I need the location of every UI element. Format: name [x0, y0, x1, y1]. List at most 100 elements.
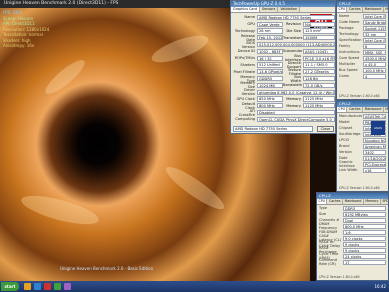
close-button[interactable]: Close [317, 126, 334, 132]
taskbar-app-icon[interactable] [44, 283, 51, 290]
cpuz-fields: Name Intel Core i5Code NameSandy Bridge Pa… [337, 13, 388, 79]
gpuz-row-value2: 123 mm² [303, 28, 335, 34]
gpuz-row-value: 13.6 GPixel/s [257, 69, 283, 75]
cpuz-row-value: 4500.0 MHz [363, 55, 386, 61]
cpuz-tab[interactable]: Memory [383, 107, 388, 112]
cpuz-tab[interactable]: CPU [317, 199, 328, 204]
taskbar-app-icon[interactable] [54, 283, 61, 290]
cpuz-tab[interactable]: Memory [383, 7, 388, 12]
cpuz-row-label: Bus Speed [339, 68, 358, 72]
benchmark-hud: FPS: 28.6 Scene: Heaven API: Direct3D11 … [3, 10, 49, 49]
cpuz-row-value: American Megatrends Inc. [363, 143, 386, 149]
cpuz-row-value: Sandy Bridge [363, 19, 386, 25]
tray-clock[interactable]: 16:42 [374, 281, 386, 292]
gpuz-row-value: 16 / 32 [257, 55, 283, 61]
tab-validation[interactable]: Validation [278, 7, 301, 12]
taskbar-app-icon[interactable] [34, 283, 41, 290]
cpuz-row-value: MMX, SSE, SSE2, SSE3 [363, 49, 386, 55]
cpuz-tab[interactable]: Mainboard [343, 199, 364, 204]
cpuz-version: CPU-Z Version 1.60.0.x64 [319, 275, 360, 279]
cpuz-row: Command Rate (CR) 1T [317, 258, 388, 266]
tab-sensors[interactable]: Sensors [259, 7, 279, 12]
gpuz-row: GPU Cape Verde Revision N/A [233, 21, 335, 28]
gpuz-row-value: Feb 15, 2012 [257, 35, 283, 41]
gpuz-row-value2: ASUS (1043) [303, 48, 335, 54]
cpuz-row: Cores 4 [337, 73, 388, 79]
cpuz-row-label: Core Speed [339, 56, 360, 60]
taskbar-app-icon[interactable] [64, 283, 71, 290]
gpuz-row-value2: 1500M [303, 35, 335, 41]
hud-line: Tessellation: normal [3, 32, 43, 37]
gpuz-row-value: 015.012.000.004.000000 (113-AD40000-X04) [257, 41, 335, 48]
cpuz-tab[interactable]: Caches [347, 7, 364, 12]
gpuz-row-value: Disabled [257, 109, 335, 116]
cpuz-row-label: Code Name [339, 20, 360, 24]
cpuz-tab[interactable]: Mainboard [363, 107, 384, 112]
gpuz-row: BIOS Version 015.012.000.004.000000 (113-… [233, 41, 335, 49]
cpuz-row-label: LPCIO [339, 138, 350, 142]
cpuz-tab[interactable]: Memory [363, 199, 381, 204]
gpuz-row-value2: N/A [303, 21, 335, 27]
card-select[interactable]: AMD Radeon HD 7750 Series [233, 126, 313, 132]
cpuz-version: CPU-Z Version 1.60.0.x64 [339, 186, 380, 190]
cpuz-row-value: Nuvoton NCT6776 [363, 137, 386, 143]
start-button[interactable]: start [1, 282, 19, 291]
gpuz-row-label: GPU [247, 22, 255, 27]
cpuz-row-label: Instructions [339, 50, 360, 54]
cpuz-row-value: 100.0 MHz [363, 67, 386, 73]
gpuz-tabbar: Graphics Card Sensors Validation [231, 7, 335, 13]
cpuz-row-value: Intel Core i5 [363, 13, 386, 19]
cpuz-row: Graphic Interface PCI-Express [337, 160, 388, 168]
cpuz-row-value: DDR3 [343, 205, 386, 211]
cpuz-row-value: ASUSTeK Computer INC. [363, 113, 386, 119]
cpuz-tab[interactable]: Caches [327, 199, 344, 204]
gpuz-row-label: Computing [235, 117, 255, 122]
cpuz-tab[interactable]: CPU [337, 107, 348, 112]
cpuz-tab[interactable]: Caches [347, 107, 364, 112]
gpuz-row-label: Technology [234, 28, 255, 33]
cpuz-tab[interactable]: CPU [337, 7, 348, 12]
gpuz-row-value2: 11.1 / SM5.0 [303, 62, 335, 68]
gpuz-row-label: Name [244, 15, 255, 20]
cpuz-row-value: 9 clocks [343, 247, 386, 253]
cpuz-row-label: Command Rate (CR) [319, 258, 337, 266]
cpuz-row-label: Name [339, 14, 350, 18]
gpuz-row-value: 1024 MB [257, 82, 283, 88]
cpuz-row-label: Multiplier [339, 62, 356, 66]
cpuz-row-value: x16 [363, 167, 386, 173]
gpuz-row-value2: 27.2 GTexel/s [303, 69, 335, 75]
gpuz-window: TechPowerUp GPU-Z 0.4.5 Graphics Card Se… [230, 0, 336, 134]
gpuz-row-label2: Bus Width [290, 74, 301, 83]
gpuz-row-label2: Subvendor [283, 49, 303, 54]
cpuz-row-label: Specification [339, 38, 362, 42]
gpuz-row-label: Device ID [237, 49, 255, 54]
cpuz-tab[interactable]: Mainboard [363, 7, 384, 12]
cpuz-row-value: 9.0 clocks [343, 235, 386, 241]
cpuz-memory-window: CPU-Z CPUCachesMainboardMemorySPDGraphic… [316, 192, 389, 281]
cpuz-row-label: Technology [339, 32, 359, 36]
cpuz-row-value: x 45.0 [363, 61, 386, 67]
cpuz-row-value: Dual [343, 217, 386, 223]
taskbar-app-icon[interactable] [24, 283, 31, 290]
cpuz-row-label: Graphic Interface [339, 160, 355, 168]
benchmark-caption: Unigine Heaven Benchmark 2.0 - Basic Edi… [60, 266, 154, 271]
gpuz-row: Name AMD Radeon HD 7750 Series [233, 14, 335, 21]
gpuz-row-label2: Revision [285, 22, 301, 27]
gpuz-row: Driver Version atiumdag 8.982.0.0 (Cataly… [233, 88, 335, 97]
cpuz-tab[interactable]: SPD [380, 199, 388, 204]
cpuz-row-value: 24 clocks [343, 253, 386, 259]
cpuz-fields: Type DDR3 Size 8192 MBytes Channels # Dual DRA… [317, 205, 388, 266]
gpuz-row-value: OpenCL CUDA PhysX DirectCompute 5.0 [257, 116, 335, 122]
cpuz-row-label: Brand [339, 144, 350, 148]
cpuz-row-value: 9 clocks [343, 241, 386, 247]
taskbar: start 16:42 [0, 281, 389, 292]
cpuz-row-label: Manufacturer [339, 114, 363, 118]
gpuz-row-value2: 1125 MHz [303, 103, 335, 109]
cpuz-row-value: 4 [363, 73, 386, 79]
cpuz-row-value: 6 [363, 43, 386, 49]
gpuz-row-label: Driver Version [241, 88, 255, 97]
benchmark-title: Unigine Heaven Benchmark 2.0 (Direct3D11… [4, 1, 119, 6]
gpuz-row-label2: Die Size [286, 28, 302, 33]
tab-graphics-card[interactable]: Graphics Card [231, 7, 260, 12]
cpuz-row-value: 01/18/2012 [363, 155, 386, 161]
